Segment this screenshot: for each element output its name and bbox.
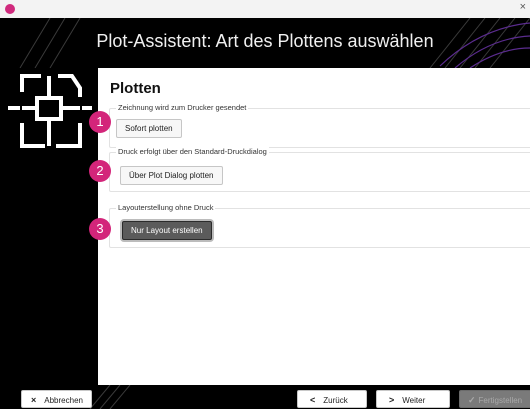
- wizard-footer: × Abbrechen < Zurück > Weiter ✓ Fertigstelle…: [0, 385, 530, 409]
- direct-plot-button[interactable]: Sofort plotten: [116, 119, 182, 138]
- plot-dialog-button[interactable]: Über Plot Dialog plotten: [120, 166, 223, 185]
- wizard-sidebar: [0, 68, 98, 385]
- window-close-icon[interactable]: ×: [520, 1, 526, 13]
- finish-button[interactable]: ✓ Fertigstellen: [459, 390, 530, 408]
- checkmark-icon: ✓: [468, 395, 476, 405]
- step-badge-3: 3: [89, 218, 111, 240]
- app-logo-icon: [5, 4, 15, 14]
- wizard-title: Plot-Assistent: Art des Plottens auswähl…: [96, 31, 434, 51]
- group-layout-only: Layouterstellung ohne Druck Nur Layout e…: [109, 203, 530, 248]
- chevron-left-icon: <: [310, 395, 316, 405]
- wizard-header: Plot-Assistent: Art des Plottens auswähl…: [0, 18, 530, 68]
- chevron-right-icon: >: [389, 395, 395, 405]
- layout-only-button[interactable]: Nur Layout erstellen: [122, 221, 212, 240]
- cancel-button[interactable]: × Abbrechen: [21, 390, 92, 408]
- plot-wizard-icon: [8, 74, 92, 148]
- step-badge-1: 1: [89, 111, 111, 133]
- cancel-label: Abbrechen: [44, 396, 83, 405]
- page-title: Plotten: [110, 80, 161, 97]
- window-titlebar: ×: [0, 0, 530, 19]
- group-label: Druck erfolgt über den Standard-Druckdia…: [116, 147, 269, 156]
- group-label: Zeichnung wird zum Drucker gesendet: [116, 103, 249, 112]
- group-plot-dialog: Druck erfolgt über den Standard-Druckdia…: [109, 147, 530, 192]
- close-icon: ×: [31, 395, 37, 405]
- group-label: Layouterstellung ohne Druck: [116, 203, 216, 212]
- finish-label: Fertigstellen: [478, 396, 523, 405]
- step-badge-2: 2: [89, 160, 111, 182]
- next-label: Weiter: [402, 396, 426, 405]
- next-button[interactable]: > Weiter: [376, 390, 450, 408]
- wizard-content: Plotten Zeichnung wird zum Drucker gesen…: [98, 68, 530, 385]
- back-button[interactable]: < Zurück: [297, 390, 367, 408]
- group-direct-plot: Zeichnung wird zum Drucker gesendet Sofo…: [109, 103, 530, 148]
- back-label: Zurück: [323, 396, 348, 405]
